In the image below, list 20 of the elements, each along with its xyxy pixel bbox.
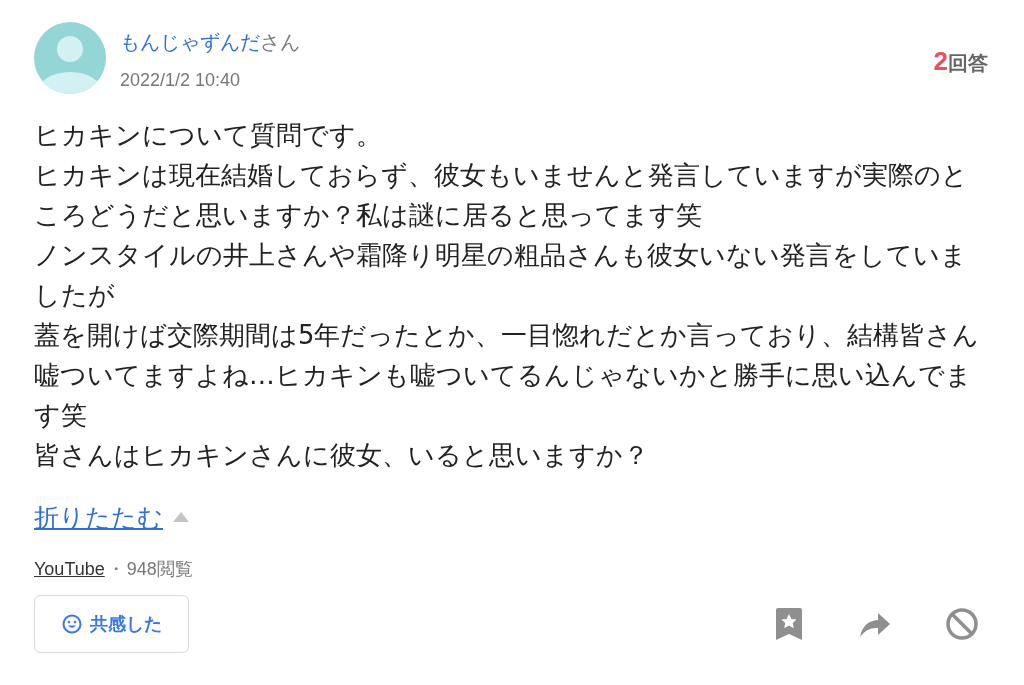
question-paragraph: 皆さんはヒカキンさんに彼女、いると思いますか？: [34, 439, 650, 472]
answer-label: 回答: [948, 51, 988, 75]
answer-count: 2: [933, 46, 948, 76]
share-icon[interactable]: [860, 611, 890, 637]
question-paragraph: 蓋を開けば交際期間は5年だったとか、一目惚れだとか言っており、結構皆さん嘘ついてますよね…ヒカキンも嘘ついてるんじゃないかと勝手に思い込んでます笑: [34, 319, 981, 432]
smiley-icon: [61, 614, 82, 634]
collapse-link[interactable]: 折りたたむ: [34, 500, 163, 534]
bookmark-star-icon[interactable]: [774, 608, 804, 640]
view-count: 948閲覧: [126, 558, 193, 581]
block-icon[interactable]: [946, 608, 978, 640]
user-name-link[interactable]: もんじゃずんだ: [120, 30, 260, 54]
separator-text: ・: [106, 557, 125, 581]
empathy-button[interactable]: 共感した: [34, 595, 189, 653]
question-paragraph: ヒカキンは現在結婚しておらず、彼女もいませんと発言していますが実際のところどうだと思いますか？私は謎に居ると思ってます笑: [34, 159, 969, 232]
honorific-text: さん: [260, 30, 300, 54]
question-paragraph: ノンスタイルの井上さんや霜降り明星の粗品さんも彼女いない発言をしていましたが: [34, 239, 968, 312]
post-date: 2022/1/2 10:40: [120, 69, 242, 92]
category-link[interactable]: YouTube: [34, 558, 105, 580]
caret-up-icon: [173, 512, 189, 522]
question-paragraph: ヒカキンについて質問です。: [34, 119, 383, 152]
